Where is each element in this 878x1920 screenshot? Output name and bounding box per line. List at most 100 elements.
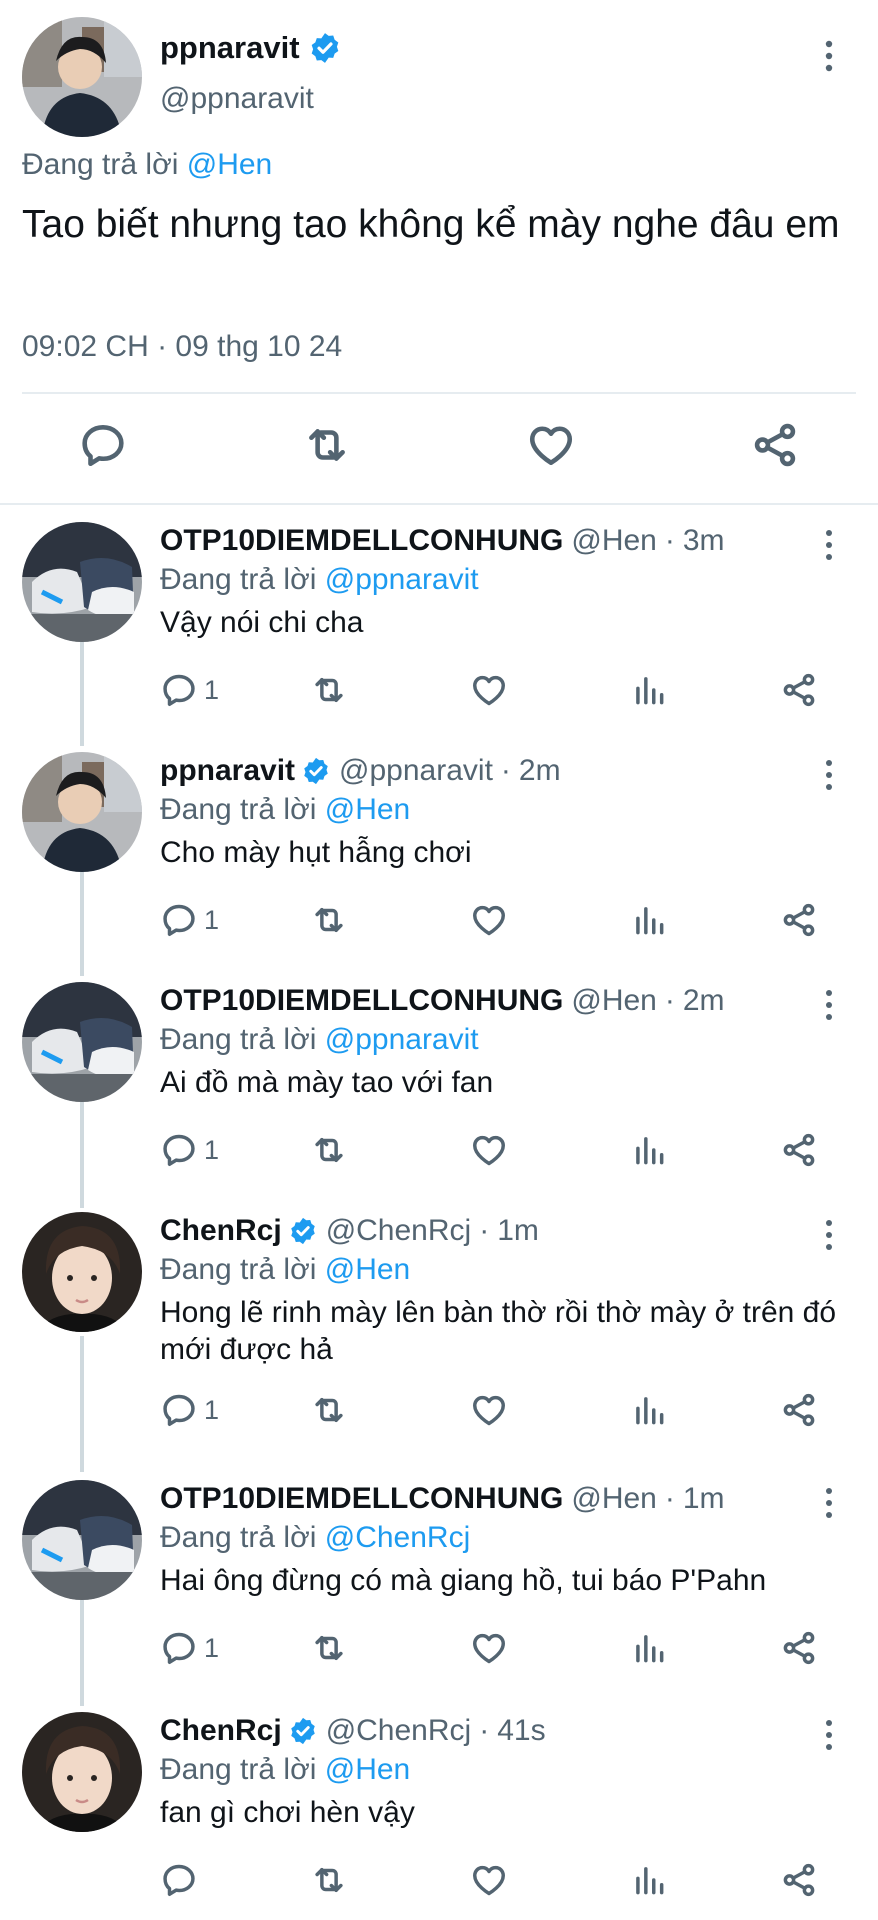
retweet-action[interactable] bbox=[310, 1388, 348, 1432]
share-icon[interactable] bbox=[780, 1629, 818, 1667]
share-action[interactable] bbox=[780, 1626, 818, 1670]
like-action[interactable] bbox=[470, 668, 508, 712]
views-icon[interactable] bbox=[630, 901, 668, 939]
author-handle[interactable]: @Hen bbox=[571, 1482, 657, 1516]
more-options-icon[interactable] bbox=[822, 528, 836, 562]
reply-icon[interactable] bbox=[160, 1629, 198, 1667]
more-options-icon[interactable] bbox=[822, 38, 836, 74]
share-icon[interactable] bbox=[750, 420, 800, 470]
like-icon[interactable] bbox=[526, 420, 576, 470]
reply-icon[interactable] bbox=[78, 420, 128, 470]
author-name[interactable]: ChenRcj bbox=[160, 1214, 282, 1248]
share-icon[interactable] bbox=[780, 1391, 818, 1429]
share-action[interactable] bbox=[780, 1388, 818, 1432]
views-icon[interactable] bbox=[630, 1629, 668, 1667]
author-name[interactable]: ppnaravit bbox=[160, 30, 300, 66]
more-options-icon[interactable] bbox=[822, 1218, 836, 1252]
retweet-icon[interactable] bbox=[310, 1629, 348, 1667]
author-name[interactable]: OTP10DIEMDELLCONHUNG bbox=[160, 524, 563, 558]
like-action[interactable] bbox=[470, 1858, 508, 1902]
replying-to-link[interactable]: @Hen bbox=[325, 1753, 411, 1786]
author-name[interactable]: ppnaravit bbox=[160, 754, 295, 788]
views-icon[interactable] bbox=[630, 1391, 668, 1429]
reply-icon[interactable] bbox=[160, 1861, 198, 1899]
retweet-icon[interactable] bbox=[310, 1131, 348, 1169]
author-handle[interactable]: @ChenRcj bbox=[326, 1714, 472, 1748]
reply-action[interactable]: 1 bbox=[160, 898, 219, 942]
more-options-icon[interactable] bbox=[822, 1486, 836, 1520]
share-action[interactable] bbox=[780, 1858, 818, 1902]
like-action[interactable] bbox=[470, 1388, 508, 1432]
like-action[interactable] bbox=[470, 1128, 508, 1172]
retweet-icon[interactable] bbox=[310, 901, 348, 939]
retweet-icon[interactable] bbox=[310, 1391, 348, 1429]
views-action[interactable] bbox=[630, 1128, 668, 1172]
replying-to-link[interactable]: @ppnaravit bbox=[325, 563, 479, 596]
avatar[interactable] bbox=[22, 1480, 142, 1600]
retweet-icon[interactable] bbox=[310, 1861, 348, 1899]
like-icon[interactable] bbox=[470, 1131, 508, 1169]
retweet-action[interactable] bbox=[310, 1128, 348, 1172]
share-icon[interactable] bbox=[780, 1861, 818, 1899]
share-action[interactable] bbox=[780, 898, 818, 942]
author-handle[interactable]: @ppnaravit bbox=[160, 82, 314, 116]
views-action[interactable] bbox=[630, 898, 668, 942]
retweet-icon[interactable] bbox=[310, 671, 348, 709]
author-name[interactable]: OTP10DIEMDELLCONHUNG bbox=[160, 984, 563, 1018]
reply-time[interactable]: 3m bbox=[683, 524, 725, 558]
share-action[interactable] bbox=[780, 1128, 818, 1172]
reply-action[interactable] bbox=[160, 1858, 204, 1902]
reply-action[interactable]: 1 bbox=[160, 1388, 219, 1432]
retweet-action[interactable] bbox=[310, 898, 348, 942]
views-action[interactable] bbox=[630, 1388, 668, 1432]
replying-to-link[interactable]: @Hen bbox=[325, 1253, 411, 1286]
like-icon[interactable] bbox=[470, 901, 508, 939]
more-options-icon[interactable] bbox=[822, 1718, 836, 1752]
reply-icon[interactable] bbox=[160, 1391, 198, 1429]
retweet-action[interactable] bbox=[310, 668, 348, 712]
tweet-timestamp[interactable]: 09:02 CH · 09 thg 10 24 bbox=[22, 330, 342, 364]
reply-action[interactable]: 1 bbox=[160, 1626, 219, 1670]
reply-icon[interactable] bbox=[160, 671, 198, 709]
share-icon[interactable] bbox=[780, 671, 818, 709]
like-action[interactable] bbox=[470, 1626, 508, 1670]
author-name[interactable]: OTP10DIEMDELLCONHUNG bbox=[160, 1482, 563, 1516]
replying-to-link[interactable]: @ppnaravit bbox=[325, 1023, 479, 1056]
avatar[interactable] bbox=[22, 17, 142, 137]
reply-icon[interactable] bbox=[160, 901, 198, 939]
replying-to-link[interactable]: @Hen bbox=[187, 148, 273, 181]
avatar[interactable] bbox=[22, 1712, 142, 1832]
author-handle[interactable]: @ChenRcj bbox=[326, 1214, 472, 1248]
like-icon[interactable] bbox=[470, 1861, 508, 1899]
reply-time[interactable]: 1m bbox=[683, 1482, 725, 1516]
author-handle[interactable]: @Hen bbox=[571, 524, 657, 558]
retweet-action[interactable] bbox=[310, 1626, 348, 1670]
avatar[interactable] bbox=[22, 752, 142, 872]
share-action[interactable] bbox=[780, 668, 818, 712]
like-action[interactable] bbox=[470, 898, 508, 942]
views-icon[interactable] bbox=[630, 1861, 668, 1899]
views-icon[interactable] bbox=[630, 671, 668, 709]
reply-time[interactable]: 41s bbox=[497, 1714, 545, 1748]
reply-time[interactable]: 2m bbox=[683, 984, 725, 1018]
retweet-icon[interactable] bbox=[302, 420, 352, 470]
avatar[interactable] bbox=[22, 982, 142, 1102]
views-action[interactable] bbox=[630, 1858, 668, 1902]
retweet-action[interactable] bbox=[310, 1858, 348, 1902]
replying-to-link[interactable]: @ChenRcj bbox=[325, 1521, 471, 1554]
author-handle[interactable]: @Hen bbox=[571, 984, 657, 1018]
share-icon[interactable] bbox=[780, 1131, 818, 1169]
avatar[interactable] bbox=[22, 522, 142, 642]
more-options-icon[interactable] bbox=[822, 988, 836, 1022]
like-icon[interactable] bbox=[470, 1629, 508, 1667]
like-icon[interactable] bbox=[470, 1391, 508, 1429]
views-action[interactable] bbox=[630, 668, 668, 712]
reply-icon[interactable] bbox=[160, 1131, 198, 1169]
reply-action[interactable]: 1 bbox=[160, 668, 219, 712]
reply-action[interactable]: 1 bbox=[160, 1128, 219, 1172]
replying-to-link[interactable]: @Hen bbox=[325, 793, 411, 826]
reply-time[interactable]: 1m bbox=[497, 1214, 539, 1248]
author-handle[interactable]: @ppnaravit bbox=[339, 754, 493, 788]
like-icon[interactable] bbox=[470, 671, 508, 709]
views-icon[interactable] bbox=[630, 1131, 668, 1169]
